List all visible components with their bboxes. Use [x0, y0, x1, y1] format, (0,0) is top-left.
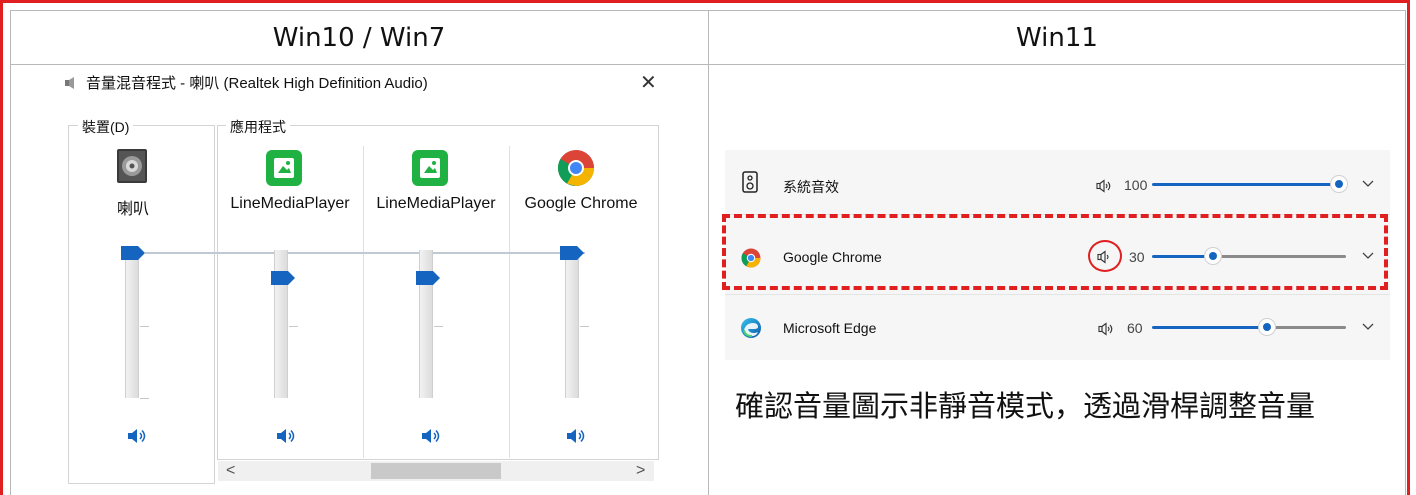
row-divider: [725, 294, 1390, 295]
close-icon[interactable]: ✕: [640, 70, 657, 95]
device-volume-slider[interactable]: [125, 250, 139, 398]
horizontal-scrollbar[interactable]: < >: [218, 461, 654, 481]
table-border-left: [10, 10, 11, 495]
row-name: 系統音效: [783, 179, 839, 195]
app-slider-thumb[interactable]: [560, 246, 584, 260]
app-name: Google Chrome: [524, 195, 638, 212]
chevron-down-icon[interactable]: [1362, 180, 1374, 188]
apps-group-label: 應用程式: [226, 117, 290, 137]
volume-slider-knob[interactable]: [1331, 176, 1347, 192]
mixer-title-bar: 音量混音程式 - 喇叭 (Realtek High Definition Aud…: [64, 72, 428, 93]
edge-icon: [741, 318, 761, 338]
volume-value: 60: [1127, 320, 1143, 336]
scrollbar-thumb[interactable]: [371, 463, 501, 479]
device-name: 喇叭: [116, 201, 149, 218]
volume-icon[interactable]: [1098, 322, 1114, 336]
volume-icon[interactable]: [421, 427, 443, 445]
volume-value: 100: [1124, 177, 1148, 193]
chevron-down-icon[interactable]: [1362, 323, 1374, 331]
line-app-icon: [266, 150, 302, 186]
app-column-separator: [509, 146, 510, 458]
line-app-icon: [412, 150, 448, 186]
app-slider-thumb[interactable]: [416, 271, 440, 285]
volume-icon[interactable]: [276, 427, 298, 445]
volume-icon[interactable]: [1096, 179, 1112, 193]
volume-slider-track[interactable]: [1272, 326, 1346, 329]
scroll-left-button[interactable]: <: [226, 461, 235, 481]
slider-tick: [580, 326, 589, 327]
app-name: LineMediaPlayer: [230, 195, 350, 212]
row-name: Microsoft Edge: [783, 320, 877, 336]
table-border-right: [1405, 10, 1406, 495]
mixer-title: 音量混音程式 - 喇叭 (Realtek High Definition Aud…: [86, 75, 428, 92]
device-slider-thumb[interactable]: [121, 246, 145, 260]
slider-tick: [434, 326, 443, 327]
scroll-right-button[interactable]: >: [636, 461, 645, 481]
volume-slider-knob[interactable]: [1259, 319, 1275, 335]
chrome-row-highlight: [722, 214, 1388, 290]
app-volume-slider[interactable]: [565, 250, 579, 398]
slider-tick: [140, 398, 149, 399]
volume-slider-fill[interactable]: [1152, 326, 1264, 329]
master-level-line: [145, 252, 585, 254]
slider-tick: [140, 326, 149, 327]
system-sound-icon: [742, 171, 758, 193]
speaker-device-icon: [117, 149, 147, 183]
speaker-small-icon: [65, 76, 74, 89]
header-win11: Win11: [1016, 23, 1098, 53]
instruction-caption: 確認音量圖示非靜音模式，透過滑桿調整音量: [735, 389, 1316, 423]
header-win10: Win10 / Win7: [272, 23, 446, 53]
chrome-icon: [558, 150, 594, 187]
volume-icon[interactable]: [566, 427, 588, 445]
app-column-separator: [363, 146, 364, 458]
app-slider-thumb[interactable]: [271, 271, 295, 285]
volume-slider-fill[interactable]: [1152, 183, 1340, 186]
device-group-label[interactable]: 裝置(D): [78, 117, 134, 137]
volume-icon[interactable]: [127, 427, 149, 445]
app-name: LineMediaPlayer: [376, 195, 496, 212]
column-divider: [708, 10, 709, 495]
slider-tick: [289, 326, 298, 327]
